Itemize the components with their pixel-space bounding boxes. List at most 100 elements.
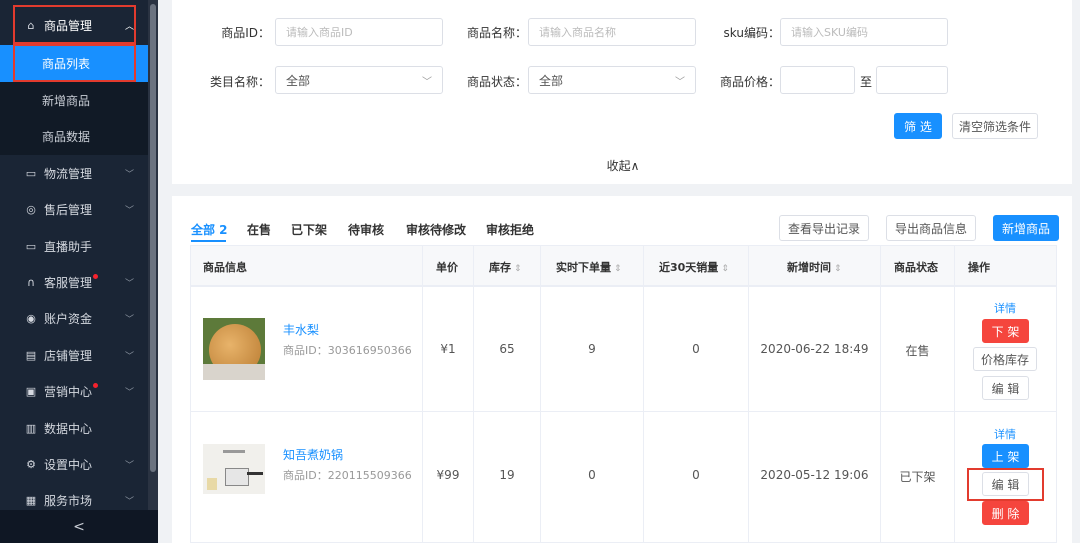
sidebar-item-data-center[interactable]: ▥ 数据中心 bbox=[0, 410, 148, 447]
chevron-down-icon: ﹀ bbox=[675, 76, 685, 88]
chart-icon: ▥ bbox=[25, 422, 37, 435]
created-time-cell: 2020-06-22 18:49 bbox=[760, 342, 869, 356]
product-table bbox=[190, 245, 1057, 543]
product-image-milk-pot bbox=[203, 444, 265, 494]
orders-cell: 0 bbox=[588, 468, 596, 482]
product-id: 商品ID：220115509366 bbox=[283, 469, 412, 482]
detail-link[interactable]: 详情 bbox=[955, 426, 1055, 442]
category-select[interactable]: 全部 ﹀ bbox=[275, 66, 443, 94]
status-cell: 已下架 bbox=[899, 470, 936, 484]
header-stock[interactable]: 库存 ⇕ bbox=[489, 259, 522, 275]
divider bbox=[473, 245, 474, 543]
header-sales-30d[interactable]: 近30天销量 ⇕ bbox=[659, 259, 729, 275]
tab-review-rejected[interactable]: 审核拒绝 bbox=[486, 221, 534, 238]
price-max-input[interactable] bbox=[876, 66, 948, 94]
chevron-down-icon: ﹀ bbox=[124, 461, 134, 471]
off-shelf-button[interactable]: 下 架 bbox=[982, 319, 1029, 343]
active-tab-indicator bbox=[191, 240, 226, 242]
edit-button[interactable]: 编 辑 bbox=[982, 376, 1029, 400]
tab-off-shelf[interactable]: 已下架 bbox=[291, 221, 327, 238]
sidebar-collapse-button[interactable]: < bbox=[0, 510, 158, 543]
sort-icon[interactable]: ⇕ bbox=[721, 264, 729, 274]
header-created-time[interactable]: 新增时间 ⇕ bbox=[787, 259, 842, 275]
product-name-link[interactable]: 丰水梨 bbox=[283, 321, 319, 338]
divider bbox=[540, 245, 541, 543]
header-status: 商品状态 bbox=[894, 261, 938, 274]
settings-icon: ⚙ bbox=[26, 458, 36, 471]
header-product-info: 商品信息 bbox=[203, 261, 247, 274]
product-id-label: 商品ID： bbox=[221, 26, 270, 40]
sidebar-item-settings[interactable]: ⚙ 设置中心 ﹀ bbox=[0, 446, 148, 483]
header-live-orders-label: 实时下单量 bbox=[556, 261, 611, 274]
product-name-label: 商品名称： bbox=[466, 26, 527, 40]
edit-button[interactable]: 编 辑 bbox=[982, 472, 1029, 496]
product-image-pear bbox=[203, 318, 265, 380]
sidebar-scrollbar[interactable] bbox=[148, 0, 158, 543]
chevron-down-icon: ﹀ bbox=[422, 76, 432, 88]
export-button[interactable]: 导出商品信息 bbox=[886, 215, 976, 241]
clear-filters-button[interactable]: 清空筛选条件 bbox=[952, 113, 1038, 139]
status-select-value: 全部 bbox=[539, 73, 564, 88]
chevron-down-icon: ﹀ bbox=[124, 170, 134, 180]
sort-icon[interactable]: ⇕ bbox=[514, 264, 522, 274]
divider bbox=[190, 411, 1057, 412]
chevron-down-icon: ﹀ bbox=[124, 279, 134, 289]
sidebar-scrollbar-thumb[interactable] bbox=[150, 4, 156, 472]
price-cell: ¥1 bbox=[440, 342, 456, 356]
chevron-down-icon: ﹀ bbox=[124, 497, 134, 507]
sidebar-item-label: 营销中心 bbox=[44, 385, 93, 399]
tab-pending-review[interactable]: 待审核 bbox=[348, 221, 384, 238]
on-shelf-button[interactable]: 上 架 bbox=[982, 444, 1029, 468]
price-stock-button[interactable]: 价格库存 bbox=[973, 347, 1037, 371]
detail-link[interactable]: 详情 bbox=[955, 300, 1055, 316]
price-min-input[interactable] bbox=[780, 66, 855, 94]
product-id-input[interactable]: 请输入商品ID bbox=[275, 18, 443, 46]
sort-icon[interactable]: ⇕ bbox=[834, 264, 842, 274]
chevron-down-icon: ﹀ bbox=[124, 352, 134, 362]
export-log-button[interactable]: 查看导出记录 bbox=[779, 215, 869, 241]
stock-cell: 19 bbox=[499, 468, 515, 482]
sidebar-item-customer-service[interactable]: ∩ 客服管理 ﹀ bbox=[0, 264, 148, 301]
sidebar-item-store-management[interactable]: ▤ 店铺管理 ﹀ bbox=[0, 337, 148, 374]
sidebar-item-product-list[interactable]: 商品列表 bbox=[0, 45, 148, 82]
tab-all[interactable]: 全部 2 bbox=[191, 221, 228, 238]
sidebar-item-logistics[interactable]: ▭ 物流管理 ﹀ bbox=[0, 155, 148, 192]
header-live-orders[interactable]: 实时下单量 ⇕ bbox=[556, 259, 622, 275]
product-name-input[interactable]: 请输入商品名称 bbox=[528, 18, 696, 46]
product-name-link[interactable]: 知吾煮奶锅 bbox=[283, 446, 343, 463]
divider bbox=[954, 245, 955, 543]
sidebar-item-product-management[interactable]: ⌂ 商品管理 ︿ bbox=[0, 7, 148, 44]
tab-review-modify[interactable]: 审核待修改 bbox=[406, 221, 466, 238]
stock-cell: 65 bbox=[499, 342, 515, 356]
header-sales-30d-label: 近30天销量 bbox=[659, 261, 719, 274]
divider bbox=[880, 245, 881, 543]
tab-on-sale[interactable]: 在售 bbox=[247, 221, 271, 238]
sidebar-item-marketing[interactable]: ▣ 营销中心 ﹀ bbox=[0, 373, 148, 410]
notification-dot bbox=[93, 274, 99, 279]
sort-icon[interactable]: ⇕ bbox=[614, 264, 622, 274]
sidebar-item-label: 客服管理 bbox=[44, 276, 93, 290]
sidebar-item-add-product[interactable]: 新增商品 bbox=[0, 82, 148, 119]
created-time-cell: 2020-05-12 19:06 bbox=[760, 468, 869, 482]
sidebar-item-label: 售后管理 bbox=[44, 203, 93, 217]
sku-input[interactable]: 请输入SKU编码 bbox=[780, 18, 948, 46]
orders-cell: 9 bbox=[588, 342, 596, 356]
sidebar-item-account-funds[interactable]: ◉ 账户资金 ﹀ bbox=[0, 300, 148, 337]
sidebar-item-label: 设置中心 bbox=[44, 458, 93, 472]
filter-button[interactable]: 筛 选 bbox=[894, 113, 942, 139]
headset-icon: ∩ bbox=[26, 276, 36, 289]
delete-button[interactable]: 删 除 bbox=[982, 501, 1029, 525]
status-select[interactable]: 全部 ﹀ bbox=[528, 66, 696, 94]
category-select-value: 全部 bbox=[286, 73, 311, 88]
sidebar-item-after-sales[interactable]: ◎ 售后管理 ﹀ bbox=[0, 191, 148, 228]
chevron-up-icon: ︿ bbox=[124, 22, 134, 32]
sidebar-item-live-assistant[interactable]: ▭ 直播助手 bbox=[0, 228, 148, 265]
add-product-button[interactable]: 新增商品 bbox=[993, 215, 1059, 241]
sidebar-item-label: 物流管理 bbox=[44, 167, 93, 181]
sidebar-item-label: 直播助手 bbox=[44, 240, 93, 254]
sidebar-item-product-data[interactable]: 商品数据 bbox=[0, 118, 148, 155]
collapse-filters-link[interactable]: 收起∧ bbox=[600, 157, 646, 174]
live-icon: ▭ bbox=[25, 240, 37, 253]
sales-30d-cell: 0 bbox=[692, 342, 700, 356]
truck-icon: ▭ bbox=[25, 167, 37, 180]
